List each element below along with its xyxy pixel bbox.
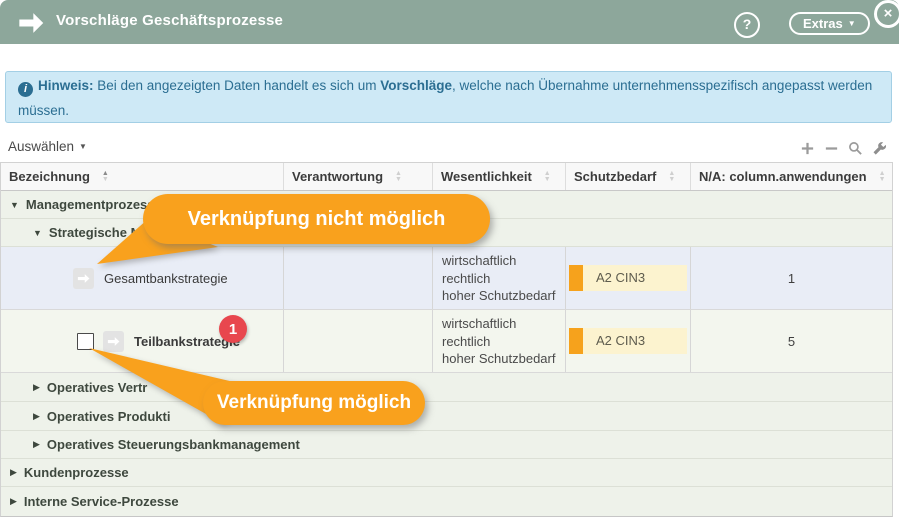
sort-icons: ▲▼ xyxy=(879,171,886,183)
anwendungen-cell: 1 xyxy=(690,247,892,309)
wrench-icon[interactable] xyxy=(872,141,887,156)
chevron-down-icon: ▼ xyxy=(79,142,87,151)
schutzbedarf-badge: A2 CIN3 xyxy=(569,265,687,291)
sort-desc-icon: ▼ xyxy=(395,177,402,183)
group-row-operatives-steuerungsbankmanagement[interactable]: ▶ Operatives Steuerungsbankmanagement xyxy=(1,431,892,459)
column-header-anwendungen[interactable]: N/A: column.anwendungen ▲▼ xyxy=(690,163,892,190)
callout-verknuepfung-moeglich: Verknüpfung möglich xyxy=(203,381,425,425)
table-header-row: Bezeichnung ▲▼ Verantwortung ▲▼ Wesentli… xyxy=(1,163,892,191)
tree-expand-icon[interactable]: ▼ xyxy=(33,228,42,238)
process-arrow-icon xyxy=(17,9,45,35)
vorschlaege-geschaeftsprozesse-dialog: Vorschläge Geschäftsprozesse ? Extras▼ ×… xyxy=(0,0,899,521)
wesentlichkeit-cell: wirtschaftlich rechtlich hoher Schutzbed… xyxy=(432,310,565,372)
verantwortung-cell xyxy=(283,310,432,372)
group-row-operatives-vertrieb[interactable]: ▶ Operatives Vertr xyxy=(1,373,892,402)
schutzbedarf-cell: A2 CIN3 xyxy=(565,247,690,309)
tree-collapse-icon[interactable]: ▶ xyxy=(33,382,40,393)
schutzbedarf-color-block xyxy=(569,328,583,354)
sort-desc-icon: ▼ xyxy=(102,177,109,183)
notice-banner: iHinweis: Bei den angezeigten Daten hand… xyxy=(5,71,892,123)
close-icon: × xyxy=(884,5,893,22)
extras-button[interactable]: Extras▼ xyxy=(789,12,870,35)
notice-bold: Hinweis: xyxy=(38,78,94,93)
process-row-gesamtbankstrategie: Gesamtbankstrategie wirtschaftlich recht… xyxy=(1,247,892,310)
schutzbedarf-color-block xyxy=(569,265,583,291)
sort-icons: ▲▼ xyxy=(668,171,675,183)
sort-icons: ▲▼ xyxy=(102,171,109,183)
group-row-kundenprozesse[interactable]: ▶ Kundenprozesse xyxy=(1,459,892,487)
callout-verknuepfung-nicht-moeglich: Verknüpfung nicht möglich xyxy=(143,194,490,244)
column-header-verantwortung[interactable]: Verantwortung ▲▼ xyxy=(283,163,432,190)
search-icon[interactable] xyxy=(848,141,863,156)
group-row-interne-service-prozesse[interactable]: ▶ Interne Service-Prozesse xyxy=(1,487,892,516)
auswaehlen-dropdown[interactable]: Auswählen▼ xyxy=(8,139,87,154)
link-checkbox[interactable] xyxy=(77,333,94,350)
column-header-schutzbedarf[interactable]: Schutzbedarf ▲▼ xyxy=(565,163,690,190)
schutzbedarf-badge: A2 CIN3 xyxy=(569,328,687,354)
sort-icons: ▲▼ xyxy=(395,171,402,183)
table-toolbar xyxy=(800,141,887,156)
bezeichnung-cell: Gesamtbankstrategie xyxy=(1,247,283,309)
open-process-button[interactable] xyxy=(103,331,124,352)
process-row-teilbankstrategie: Teilbankstrategie wirtschaftlich rechtli… xyxy=(1,310,892,373)
notice-bold: Vorschläge xyxy=(380,78,452,93)
tree-collapse-icon[interactable]: ▶ xyxy=(33,411,40,422)
annotation-badge-1: 1 xyxy=(219,315,247,343)
schutzbedarf-cell: A2 CIN3 xyxy=(565,310,690,372)
info-icon: i xyxy=(18,82,33,97)
chevron-down-icon: ▼ xyxy=(848,19,856,28)
sort-desc-icon: ▼ xyxy=(668,177,675,183)
close-button[interactable]: × xyxy=(874,0,899,28)
minus-icon[interactable] xyxy=(824,141,839,156)
tree-collapse-icon[interactable]: ▶ xyxy=(10,467,17,478)
sort-desc-icon: ▼ xyxy=(879,177,886,183)
tree-collapse-icon[interactable]: ▶ xyxy=(33,439,40,450)
open-process-button[interactable] xyxy=(73,268,94,289)
column-header-bezeichnung[interactable]: Bezeichnung ▲▼ xyxy=(1,163,283,190)
sort-desc-icon: ▼ xyxy=(544,177,551,183)
group-row-operatives-produktion[interactable]: ▶ Operatives Produkti xyxy=(1,402,892,431)
wesentlichkeit-cell: wirtschaftlich rechtlich hoher Schutzbed… xyxy=(432,247,565,309)
tree-expand-icon[interactable]: ▼ xyxy=(10,200,19,210)
dialog-header: Vorschläge Geschäftsprozesse ? Extras▼ × xyxy=(0,0,899,44)
anwendungen-cell: 5 xyxy=(690,310,892,372)
tree-collapse-icon[interactable]: ▶ xyxy=(10,496,17,507)
verantwortung-cell xyxy=(283,247,432,309)
help-button[interactable]: ? xyxy=(734,12,760,38)
sort-icons: ▲▼ xyxy=(544,171,551,183)
column-header-wesentlichkeit[interactable]: Wesentlichkeit ▲▼ xyxy=(432,163,565,190)
plus-icon[interactable] xyxy=(800,141,815,156)
help-icon: ? xyxy=(743,16,752,32)
dialog-title: Vorschläge Geschäftsprozesse xyxy=(56,12,283,29)
